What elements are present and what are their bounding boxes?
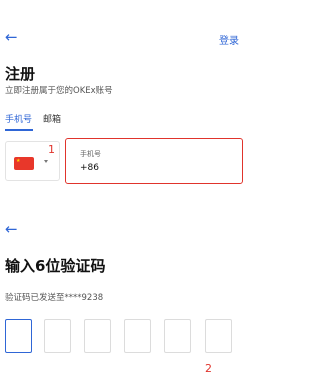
code-input-box-6[interactable] <box>205 319 232 353</box>
tab-phone[interactable]: 手机号 <box>5 116 32 125</box>
code-input-box-1[interactable] <box>5 319 32 353</box>
code-input-box-4[interactable] <box>124 319 151 353</box>
page-title: 注册 <box>5 65 36 83</box>
phone-input-field[interactable]: 手机号 +86 <box>65 138 243 184</box>
code-input-box-3[interactable] <box>84 319 111 353</box>
page-subtitle: 立即注册属于您的OKEx账号 <box>5 86 113 96</box>
code-input-box-5[interactable] <box>164 319 191 353</box>
chevron-down-icon <box>44 160 48 163</box>
tab-phone-underline <box>5 129 33 131</box>
annotation-2: 2 <box>205 362 212 375</box>
back-arrow-icon-2[interactable]: ← <box>5 222 18 237</box>
verify-title: 输入6位验证码 <box>5 257 106 275</box>
phone-field-label: 手机号 <box>80 150 101 158</box>
annotation-1: 1 <box>48 143 55 156</box>
flag-star-icon: ★ <box>16 158 21 164</box>
login-link[interactable]: 登录 <box>219 32 239 47</box>
code-input-box-2[interactable] <box>44 319 71 353</box>
tab-email[interactable]: 邮箱 <box>43 116 61 125</box>
china-flag-icon: ★ <box>14 157 34 170</box>
back-arrow-icon[interactable]: ← <box>5 30 18 45</box>
code-sent-text: 验证码已发送至****9238 <box>5 293 104 303</box>
phone-field-value: +86 <box>80 163 99 173</box>
